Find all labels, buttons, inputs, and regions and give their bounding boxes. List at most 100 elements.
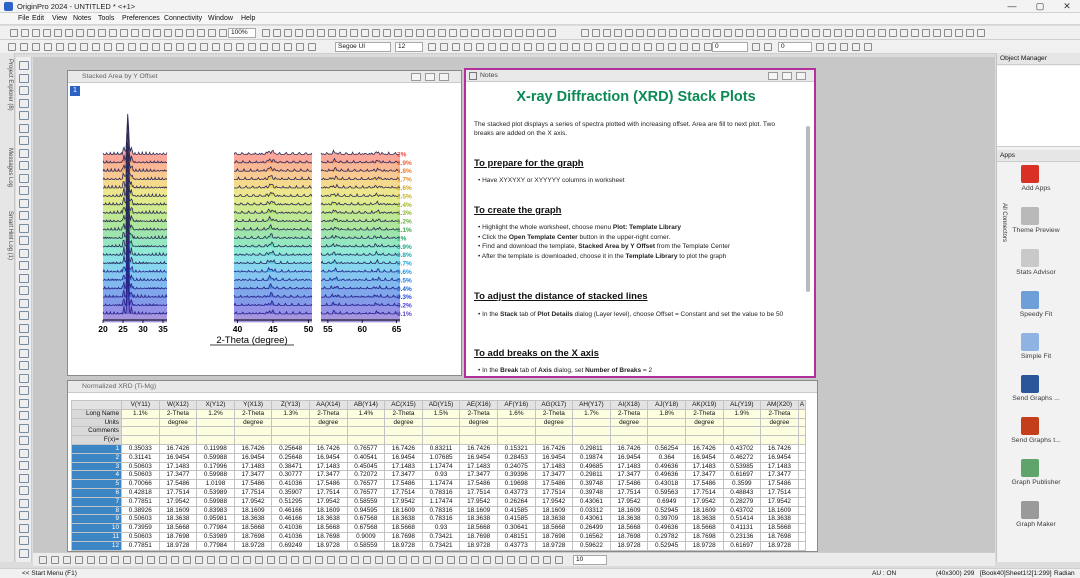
column-header[interactable]: AL(Y19) (722, 400, 762, 410)
meta-row-label[interactable]: Units (71, 417, 122, 428)
column-header[interactable]: AM(X20) (760, 400, 799, 410)
table-cell[interactable]: 18.5668 (609, 523, 649, 533)
table-cell[interactable]: 0.41585 (496, 514, 536, 525)
tab-project-explorer[interactable]: Project Explorer (8) (2, 59, 13, 139)
toolbar-button[interactable] (296, 43, 304, 51)
table-cell[interactable]: 18.9728 (233, 540, 273, 551)
meta-cell[interactable] (196, 426, 235, 437)
table-cell[interactable]: 17.1483 (233, 461, 273, 472)
table-cell[interactable]: 0.59563 (647, 487, 686, 498)
table-cell[interactable] (797, 505, 806, 516)
table-cell[interactable]: 18.3638 (158, 514, 198, 525)
table-cell[interactable]: 17.1483 (384, 461, 423, 472)
toolbar-button[interactable] (8, 43, 16, 51)
toolbar-button[interactable] (80, 43, 88, 51)
meta-cell[interactable] (760, 435, 799, 445)
table-cell[interactable]: 18.7698 (459, 531, 498, 542)
toolbar-button[interactable] (54, 29, 62, 37)
tool-button[interactable] (19, 261, 29, 270)
toolbar-button[interactable] (834, 29, 842, 37)
toolbar-button[interactable] (757, 29, 765, 37)
table-cell[interactable]: 0.78316 (421, 514, 461, 525)
table-cell[interactable]: 0.50603 (121, 470, 160, 481)
toolbar-button[interactable] (581, 29, 589, 37)
table-cell[interactable]: 18.1609 (609, 505, 649, 516)
toolbar-button[interactable] (644, 43, 652, 51)
toolbar-button[interactable] (483, 556, 491, 564)
meta-cell[interactable] (797, 435, 806, 445)
toolbar-button[interactable] (845, 29, 853, 37)
toolbar-button[interactable] (460, 29, 468, 37)
toolbar-button[interactable] (123, 556, 131, 564)
table-cell[interactable]: 0.70066 (121, 479, 160, 489)
menu-notes[interactable]: Notes (73, 15, 91, 22)
meta-cell[interactable] (158, 426, 198, 437)
menu-edit[interactable]: Edit (32, 15, 44, 22)
table-cell[interactable]: 17.7514 (609, 487, 649, 498)
table-cell[interactable]: 17.9542 (233, 496, 273, 507)
toolbar-button[interactable] (68, 43, 76, 51)
toolbar-button[interactable] (186, 29, 194, 37)
column-header[interactable]: AE(X16) (459, 400, 498, 410)
meta-cell[interactable] (609, 426, 649, 437)
column-header[interactable]: AK(X19) (684, 400, 724, 410)
meta-cell[interactable] (534, 426, 574, 437)
table-cell[interactable]: 0.76577 (346, 443, 386, 454)
table-cell[interactable]: 0.83211 (421, 443, 461, 454)
meta-cell[interactable]: degree (760, 417, 799, 428)
toolbar-button[interactable] (614, 29, 622, 37)
row-header[interactable]: 12 (71, 540, 122, 551)
table-cell[interactable]: 17.7514 (534, 487, 574, 498)
tool-button[interactable] (19, 148, 29, 158)
toolbar-button[interactable] (435, 556, 443, 564)
table-cell[interactable]: 0.58559 (346, 496, 386, 507)
table-cell[interactable]: 0.39748 (572, 487, 611, 498)
tool-button[interactable] (19, 323, 29, 333)
table-cell[interactable]: 0.69249 (271, 540, 310, 551)
menu-help[interactable]: Help (241, 15, 255, 22)
meta-cell[interactable] (459, 435, 498, 445)
toolbar-button[interactable] (339, 29, 347, 37)
table-cell[interactable]: 17.9542 (534, 496, 574, 507)
tool-button[interactable] (19, 136, 29, 145)
toolbar-button[interactable] (647, 29, 655, 37)
column-header[interactable]: AH(Y17) (572, 400, 611, 410)
app-icon[interactable] (1021, 375, 1039, 393)
meta-cell[interactable]: degree (384, 417, 423, 428)
meta-cell[interactable] (722, 435, 762, 445)
notes-scrollbar[interactable] (806, 126, 810, 292)
tool-button[interactable] (19, 436, 29, 445)
table-cell[interactable]: 17.5486 (308, 479, 348, 489)
toolbar-button[interactable] (713, 29, 721, 37)
table-cell[interactable]: 18.7698 (609, 531, 649, 542)
tool-button[interactable] (19, 536, 29, 545)
table-cell[interactable]: 18.9728 (684, 540, 724, 551)
table-cell[interactable]: 17.5486 (760, 479, 799, 489)
toolbar-button[interactable] (801, 29, 809, 37)
toolbar-button[interactable] (372, 29, 380, 37)
meta-cell[interactable]: degree (459, 417, 498, 428)
table-cell[interactable]: 18.1609 (534, 505, 574, 516)
toolbar-button[interactable] (375, 556, 383, 564)
table-cell[interactable]: 0.83983 (196, 505, 235, 516)
meta-cell[interactable] (121, 435, 160, 445)
toolbar-button[interactable] (790, 29, 798, 37)
toolbar-button[interactable] (159, 556, 167, 564)
table-cell[interactable]: 0.24075 (496, 461, 536, 472)
table-cell[interactable]: 0.77851 (121, 540, 160, 551)
toolbar-button[interactable] (279, 556, 287, 564)
app-icon[interactable] (1021, 459, 1039, 477)
toolbar-button[interactable] (175, 29, 183, 37)
table-cell[interactable]: 18.5668 (760, 523, 799, 533)
toolbar-button[interactable] (32, 43, 40, 51)
meta-cell[interactable]: 1.4% (346, 408, 386, 419)
table-cell[interactable]: 0.35907 (271, 487, 310, 498)
table-cell[interactable]: 17.3477 (760, 470, 799, 481)
toolbar-button[interactable] (449, 29, 457, 37)
toolbar-button[interactable] (195, 556, 203, 564)
app-icon[interactable] (1021, 333, 1039, 351)
table-cell[interactable] (797, 496, 806, 507)
meta-cell[interactable]: 2-Theta (459, 408, 498, 419)
table-cell[interactable]: 18.5668 (534, 523, 574, 533)
tool-button[interactable] (19, 123, 29, 133)
